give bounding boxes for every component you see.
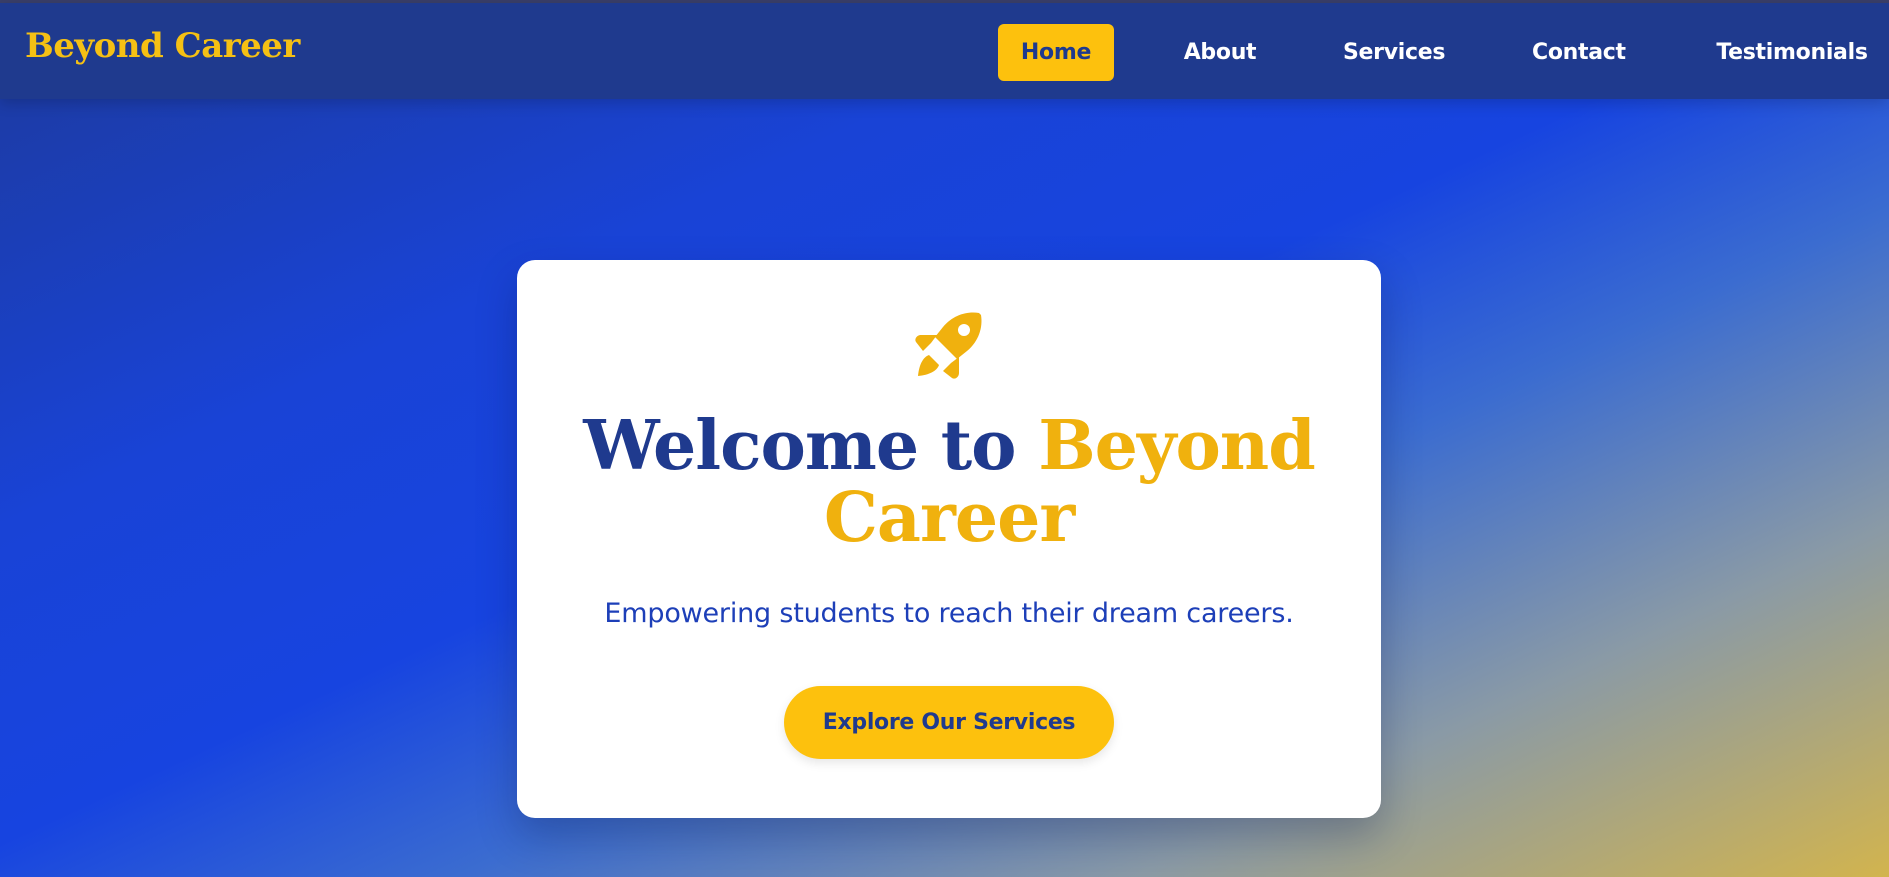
hero-card: Welcome to Beyond Career Empowering stud… bbox=[517, 260, 1381, 818]
nav-link-home[interactable]: Home bbox=[998, 24, 1114, 81]
nav-link-contact[interactable]: Contact bbox=[1532, 24, 1626, 81]
hero-tagline: Empowering students to reach their dream… bbox=[604, 598, 1294, 629]
explore-services-button[interactable]: Explore Our Services bbox=[784, 686, 1114, 759]
hero-title-prefix: Welcome to bbox=[583, 406, 1039, 486]
rocket-icon bbox=[915, 312, 982, 379]
nav-link-services[interactable]: Services bbox=[1343, 24, 1445, 81]
brand-logo[interactable]: Beyond Career bbox=[25, 29, 300, 63]
navbar: Beyond Career Home About Services Contac… bbox=[0, 3, 1889, 99]
hero-title: Welcome to Beyond Career bbox=[517, 410, 1381, 554]
nav-link-about[interactable]: About bbox=[1176, 24, 1264, 81]
nav-link-testimonials[interactable]: Testimonials bbox=[1712, 24, 1872, 81]
